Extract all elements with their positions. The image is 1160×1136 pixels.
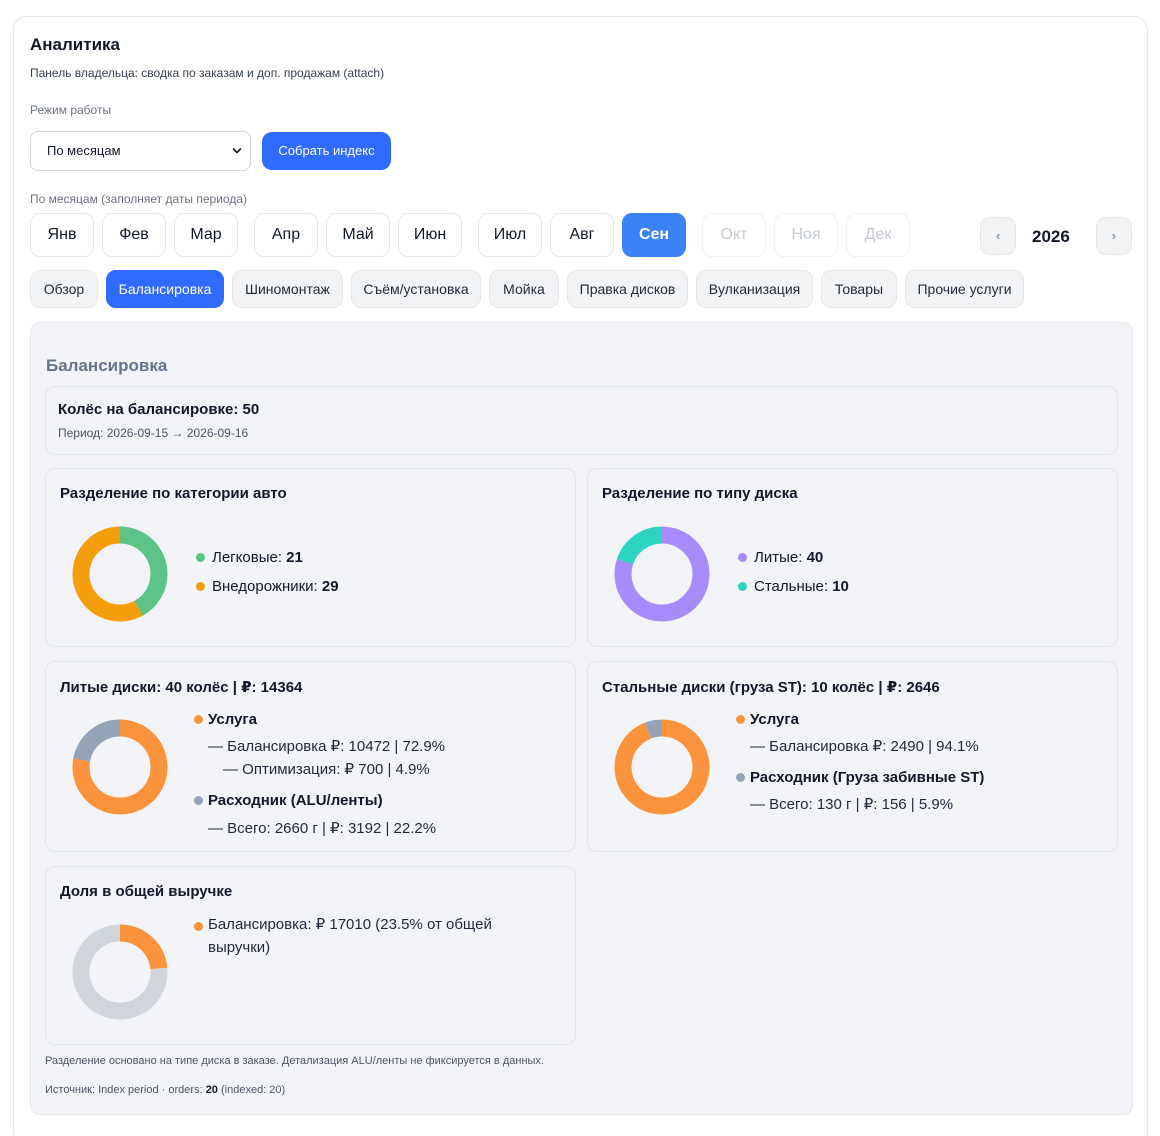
category-title: Разделение по категории авто xyxy=(60,485,287,502)
service-line: — Балансировка ₽: 2490 | 94.1% xyxy=(750,738,979,755)
analytics-card: Аналитика Панель владельца: сводка по за… xyxy=(13,16,1148,1136)
page-title: Аналитика xyxy=(30,35,120,54)
category-donut xyxy=(72,526,168,622)
month-dec-button: Дек xyxy=(846,213,910,257)
consumable-head: Расходник (ALU/ленты) xyxy=(194,791,445,811)
month-may-button[interactable]: Май xyxy=(326,213,390,257)
legend-value: 29 xyxy=(321,578,339,595)
period-range: Период: 2026-09-15 → 2026-09-16 xyxy=(58,426,249,440)
steel-donut xyxy=(614,719,710,815)
mode-label: Режим работы xyxy=(30,103,112,117)
legend-label: Легковые: xyxy=(212,549,287,566)
steel-breakdown: Услуга — Балансировка ₽: 2490 | 94.1% Ра… xyxy=(736,710,984,815)
month-jul-button[interactable]: Июл xyxy=(478,213,542,257)
legend-dot xyxy=(194,922,203,931)
revenue-share-panel: Доля в общей выручке Балансировка: ₽ 170… xyxy=(45,866,576,1045)
steel-panel: Стальные диски (груза ST): 10 колёс | ₽:… xyxy=(587,661,1118,852)
tab-goods[interactable]: Товары xyxy=(821,270,897,308)
legend-item: Легковые: 21 xyxy=(196,548,339,577)
category-legend: Легковые: 21 Внедорожники: 29 xyxy=(196,548,339,606)
legend-dot xyxy=(736,715,745,724)
mode-select[interactable]: По месяцам xyxy=(30,131,251,171)
month-mar-button[interactable]: Мар xyxy=(174,213,238,257)
month-aug-button[interactable]: Авг xyxy=(550,213,614,257)
legend-dot xyxy=(194,796,203,805)
month-label: По месяцам (заполняет даты периода) xyxy=(30,192,247,206)
month-sep-button[interactable]: Сен xyxy=(622,213,686,257)
service-head-label: Услуга xyxy=(750,711,799,728)
service-line: — Балансировка ₽: 10472 | 72.9% xyxy=(208,738,446,755)
legend-item: Литые: 40 xyxy=(738,548,849,577)
legend-item: Стальные: 10 xyxy=(738,577,849,606)
alloy-donut xyxy=(72,719,168,815)
legend-label: Стальные: xyxy=(754,578,833,595)
steel-title: Стальные диски (груза ST): 10 колёс | ₽:… xyxy=(602,679,940,696)
revenue-share-text: Балансировка: ₽ 17010 (23.5% от общей вы… xyxy=(208,916,492,956)
revenue-share-title: Доля в общей выручке xyxy=(60,883,233,900)
balancing-section: Балансировка Колёс на балансировке: 50 П… xyxy=(30,322,1133,1115)
legend-label: Внедорожники: xyxy=(212,578,322,595)
tab-tire-fitting[interactable]: Шиномонтаж xyxy=(232,270,343,308)
legend-dot xyxy=(736,773,745,782)
consumable-line: — Всего: 2660 г | ₽: 3192 | 22.2% xyxy=(208,820,437,837)
month-apr-button[interactable]: Апр xyxy=(254,213,318,257)
service-head-label: Услуга xyxy=(208,711,257,728)
tab-vulcanization[interactable]: Вулканизация xyxy=(696,270,813,308)
consumable-head-label: Расходник (Груза забивные ST) xyxy=(750,769,985,786)
footnote: Разделение основано на типе диска в зака… xyxy=(45,1055,544,1067)
month-feb-button[interactable]: Фев xyxy=(102,213,166,257)
service-subline: — Оптимизация: ₽ 700 | 4.9% xyxy=(223,761,430,778)
legend-value: 10 xyxy=(832,578,849,595)
month-nov-button: Ноя xyxy=(774,213,838,257)
section-title: Балансировка xyxy=(46,356,168,375)
wheels-count: Колёс на балансировке: 50 xyxy=(58,401,260,418)
service-head: Услуга xyxy=(194,710,445,730)
disk-type-panel: Разделение по типу диска Литые: 40 Сталь… xyxy=(587,468,1118,647)
legend-item: Внедорожники: 29 xyxy=(196,577,339,606)
source-line: Источник: Index period · orders: 20 (ind… xyxy=(45,1084,285,1096)
donut-segment xyxy=(614,719,710,815)
tab-other-services[interactable]: Прочие услуги xyxy=(905,270,1024,308)
build-index-button[interactable]: Собрать индекс xyxy=(262,132,391,170)
revenue-share-legend: Балансировка: ₽ 17010 (23.5% от общей вы… xyxy=(194,913,504,959)
legend-label: Литые: xyxy=(754,549,807,566)
source-suffix: (indexed: 20) xyxy=(217,1084,286,1096)
service-head: Услуга xyxy=(736,710,984,730)
summary-panel: Колёс на балансировке: 50 Период: 2026-0… xyxy=(45,386,1118,455)
tab-wash[interactable]: Мойка xyxy=(489,270,559,308)
consumable-head-label: Расходник (ALU/ленты) xyxy=(208,792,383,809)
legend-value: 40 xyxy=(806,549,824,566)
source-orders: 20 xyxy=(205,1084,218,1096)
disk-type-title: Разделение по типу диска xyxy=(602,485,798,502)
next-year-button[interactable]: › xyxy=(1096,217,1132,255)
month-jan-button[interactable]: Янв xyxy=(30,213,94,257)
alloy-panel: Литые диски: 40 колёс | ₽: 14364 Услуга … xyxy=(45,661,576,852)
alloy-title: Литые диски: 40 колёс | ₽: 14364 xyxy=(60,679,303,696)
tab-balancing[interactable]: Балансировка xyxy=(106,270,224,308)
legend-dot xyxy=(738,582,747,591)
month-jun-button[interactable]: Июн xyxy=(398,213,462,257)
chevron-down-icon xyxy=(232,148,242,154)
legend-value: 21 xyxy=(286,549,303,566)
legend-dot xyxy=(738,553,747,562)
legend-dot xyxy=(196,553,205,562)
revenue-share-donut xyxy=(72,924,168,1020)
month-oct-button: Окт xyxy=(702,213,766,257)
alloy-breakdown: Услуга — Балансировка ₽: 10472 | 72.9% —… xyxy=(194,710,445,839)
legend-dot xyxy=(194,715,203,724)
tab-removal-install[interactable]: Съём/установка xyxy=(351,270,481,308)
category-panel: Разделение по категории авто Легковые: 2… xyxy=(45,468,576,647)
tab-overview[interactable]: Обзор xyxy=(30,270,98,308)
disk-type-legend: Литые: 40 Стальные: 10 xyxy=(738,548,849,606)
tab-disk-repair[interactable]: Правка дисков xyxy=(567,270,688,308)
legend-dot xyxy=(196,582,205,591)
page-subtitle: Панель владельца: сводка по заказам и до… xyxy=(30,66,385,80)
mode-select-value: По месяцам xyxy=(47,143,121,158)
year-label: 2026 xyxy=(1032,227,1070,246)
source-prefix: Источник: Index period · orders: xyxy=(45,1084,206,1096)
consumable-head: Расходник (Груза забивные ST) xyxy=(736,768,984,788)
disk-type-donut xyxy=(614,526,710,622)
prev-year-button[interactable]: ‹ xyxy=(980,217,1016,255)
consumable-line: — Всего: 130 г | ₽: 156 | 5.9% xyxy=(750,796,954,813)
